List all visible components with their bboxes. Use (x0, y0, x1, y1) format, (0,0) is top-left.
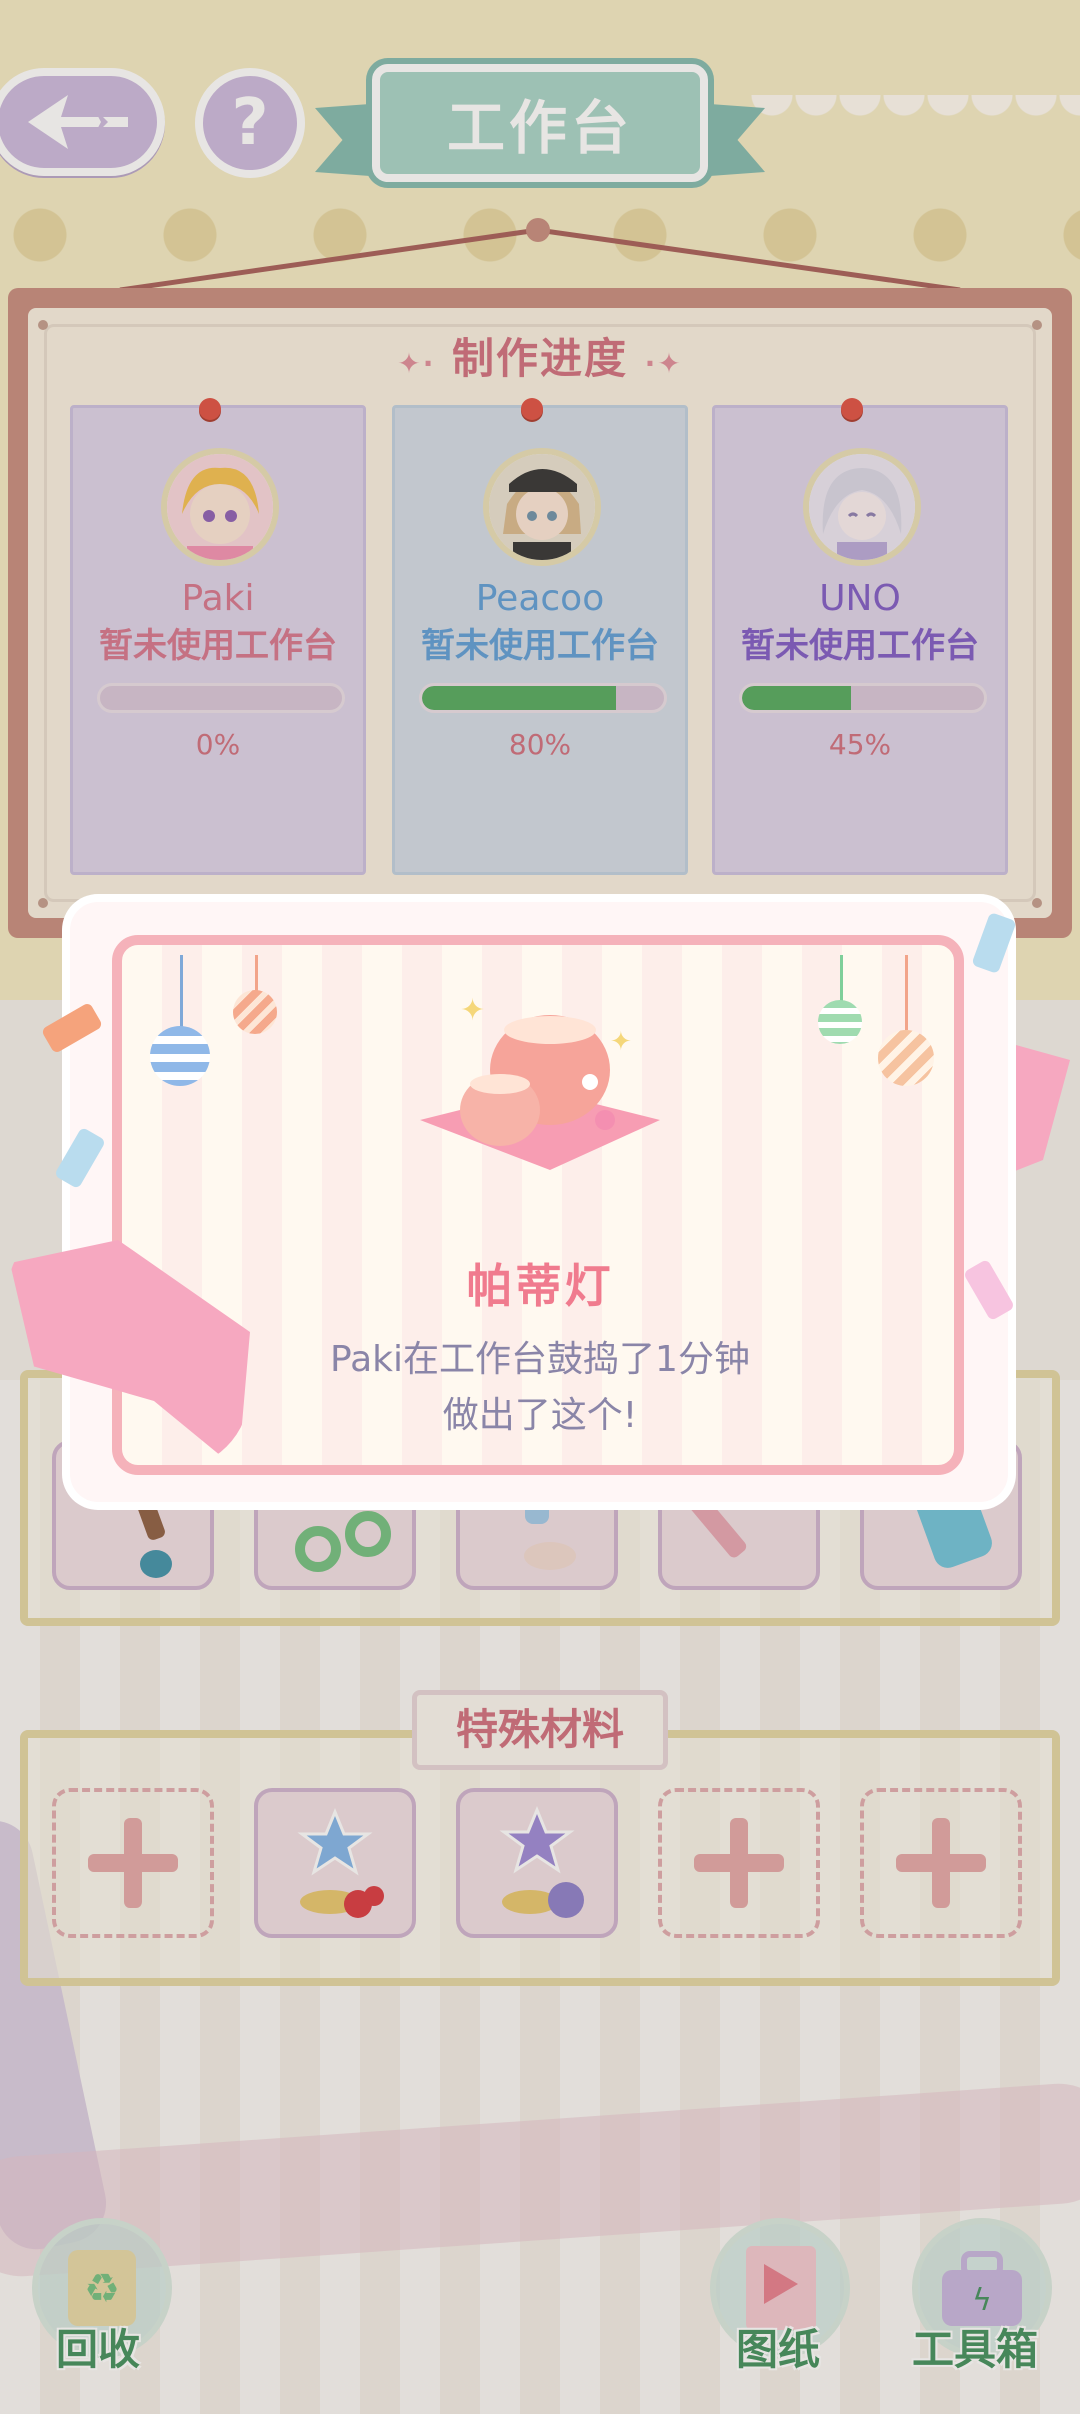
ornament-string (905, 955, 908, 1030)
ornament-blue-icon (150, 1026, 210, 1086)
party-lamp-icon: ✦ ✦ (420, 993, 660, 1170)
ornament-string (840, 955, 843, 1005)
svg-text:✦: ✦ (610, 1027, 632, 1057)
ornament-orange-icon (233, 990, 277, 1034)
ornament-green-icon (818, 1000, 862, 1044)
ornament-string (255, 955, 258, 995)
result-message-line1: Paki在工作台鼓捣了1分钟 (330, 1339, 750, 1380)
ornament-peach-icon (878, 1030, 934, 1086)
ornament-string (180, 955, 183, 1030)
item-name: 帕蒂灯 (466, 1259, 614, 1313)
result-message-line2: 做出了这个! (442, 1395, 638, 1436)
svg-text:✦: ✦ (460, 993, 485, 1028)
